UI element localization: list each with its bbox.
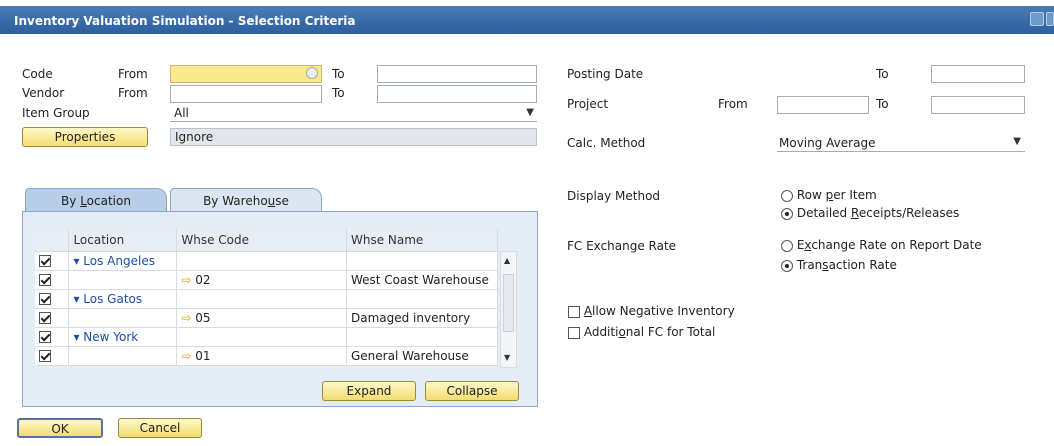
grid-header-row: Location Whse Code Whse Name (35, 229, 499, 252)
posting-date-to-input[interactable] (931, 65, 1025, 83)
code-to-input[interactable] (377, 65, 537, 83)
location-name: Los Angeles (83, 253, 155, 268)
additional-fc-checkbox[interactable]: Additional FC for Total (568, 325, 715, 339)
column-header-whse-name[interactable]: Whse Name (346, 229, 499, 252)
dropdown-arrow-icon[interactable]: ▼ (1013, 136, 1021, 147)
code-from-label: From (118, 67, 148, 81)
collapse-button[interactable]: Collapse (425, 381, 519, 401)
expand-arrow-icon[interactable]: ▾ (73, 330, 79, 344)
vendor-to-input[interactable] (377, 85, 537, 103)
row-checkbox[interactable] (39, 350, 51, 362)
tab-by-warehouse[interactable]: By Warehouse (170, 188, 322, 212)
code-label: Code (22, 67, 53, 81)
location-grid: Location Whse Code Whse Name ▾ Los Angel… (35, 229, 499, 366)
project-to-input[interactable] (931, 96, 1025, 114)
properties-value: Ignore (170, 128, 537, 146)
row-checkbox[interactable] (39, 274, 51, 286)
project-from-input[interactable] (777, 96, 869, 114)
location-name: Los Gatos (83, 291, 143, 306)
whse-name: West Coast Warehouse (346, 270, 499, 290)
project-from-label: From (718, 97, 748, 111)
maximize-button[interactable] (1030, 12, 1044, 26)
whse-code: 05 (195, 310, 211, 325)
calc-method-label: Calc. Method (567, 136, 646, 150)
scroll-up-icon[interactable]: ▲ (504, 256, 510, 265)
radio-button[interactable] (781, 207, 793, 220)
item-group-select[interactable]: All ▼ (170, 104, 537, 122)
posting-date-label: Posting Date (567, 67, 644, 81)
calc-method-value: Moving Average (779, 136, 876, 150)
link-arrow-icon[interactable]: ⇨ (181, 349, 191, 363)
code-to-label: To (332, 67, 345, 81)
scroll-thumb[interactable] (503, 274, 514, 332)
display-row-per-item-option[interactable]: Row per Item (781, 188, 877, 202)
properties-button[interactable]: Properties (22, 127, 148, 147)
location-name: New York (83, 329, 139, 344)
scroll-down-icon[interactable]: ▼ (504, 353, 510, 362)
table-row[interactable]: ⇨ 01 General Warehouse (35, 346, 499, 366)
posting-to-label: To (876, 67, 889, 81)
calc-method-select[interactable]: Moving Average ▼ (777, 133, 1025, 152)
vendor-from-input[interactable] (170, 85, 322, 103)
code-from-input[interactable] (170, 65, 322, 83)
checkbox[interactable] (568, 305, 580, 318)
item-group-value: All (174, 106, 189, 120)
radio-button[interactable] (781, 259, 793, 272)
item-group-label: Item Group (22, 106, 90, 120)
project-to-label: To (876, 97, 889, 111)
column-header-location[interactable]: Location (68, 229, 178, 252)
cancel-button[interactable]: Cancel (118, 418, 202, 438)
table-row[interactable]: ▾ Los Angeles (35, 251, 499, 271)
display-detailed-option[interactable]: Detailed Receipts/Releases (781, 206, 959, 220)
link-arrow-icon[interactable]: ⇨ (181, 311, 191, 325)
expand-button[interactable]: Expand (322, 381, 416, 401)
expand-arrow-icon[interactable]: ▾ (73, 292, 79, 306)
fc-exchange-rate-label: FC Exchange Rate (567, 239, 677, 253)
ok-button[interactable]: OK (17, 418, 103, 438)
fc-report-date-option[interactable]: Exchange Rate on Report Date (781, 238, 982, 252)
row-checkbox[interactable] (39, 255, 51, 267)
grid-scrollbar[interactable]: ▲ ▼ (500, 251, 517, 368)
checkbox[interactable] (568, 326, 580, 339)
choose-from-list-icon[interactable] (306, 67, 318, 79)
expand-arrow-icon[interactable]: ▾ (73, 254, 79, 268)
vendor-from-label: From (118, 86, 148, 100)
column-header-whse-code[interactable]: Whse Code (176, 229, 347, 252)
row-checkbox[interactable] (39, 312, 51, 324)
row-checkbox[interactable] (39, 293, 51, 305)
allow-negative-inventory-checkbox[interactable]: Allow Negative Inventory (568, 304, 735, 318)
table-row[interactable]: ▾ Los Gatos (35, 289, 499, 309)
whse-code: 02 (195, 272, 211, 287)
window-title: Inventory Valuation Simulation - Selecti… (14, 14, 356, 28)
dropdown-arrow-icon[interactable]: ▼ (526, 107, 534, 118)
radio-button[interactable] (781, 189, 793, 202)
table-row[interactable]: ⇨ 05 Damaged inventory (35, 308, 499, 328)
radio-button[interactable] (781, 239, 793, 252)
fc-transaction-rate-option[interactable]: Transaction Rate (781, 258, 897, 272)
tab-by-location[interactable]: By Location (25, 188, 167, 212)
close-button[interactable] (1046, 12, 1054, 26)
table-row[interactable]: ▾ New York (35, 327, 499, 347)
whse-name: General Warehouse (346, 346, 499, 366)
display-method-label: Display Method (567, 189, 661, 203)
row-checkbox[interactable] (39, 331, 51, 343)
whse-code: 01 (195, 348, 211, 363)
title-bar: Inventory Valuation Simulation - Selecti… (0, 0, 1054, 34)
vendor-label: Vendor (22, 86, 65, 100)
link-arrow-icon[interactable]: ⇨ (181, 273, 191, 287)
table-row[interactable]: ⇨ 02 West Coast Warehouse (35, 270, 499, 290)
project-label: Project (567, 97, 609, 111)
whse-name: Damaged inventory (346, 308, 499, 328)
vendor-to-label: To (332, 86, 345, 100)
